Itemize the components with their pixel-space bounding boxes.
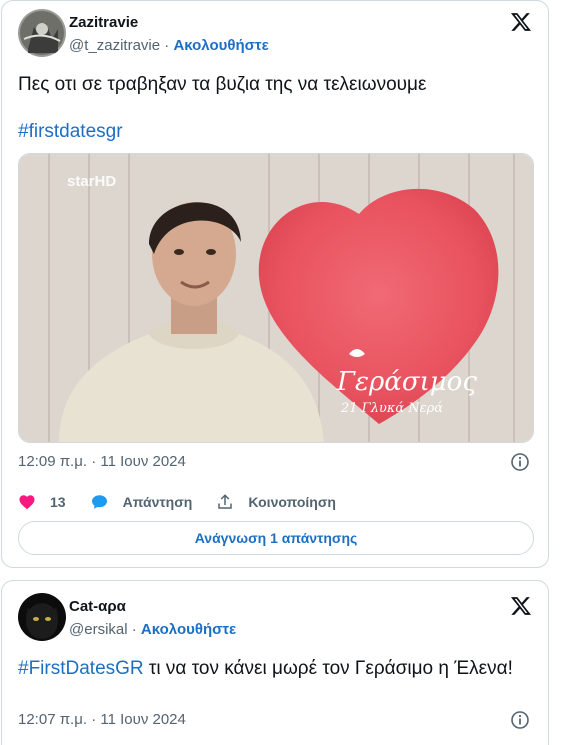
heart-icon xyxy=(19,495,35,510)
share-button[interactable]: Κοινοποίηση xyxy=(216,493,336,511)
timestamp[interactable]: 12:09 π.μ. · 11 Ιουν 2024 xyxy=(18,453,186,470)
action-bar: 13 Απάντηση Κοινοποίηση xyxy=(18,491,360,513)
info-icon[interactable] xyxy=(510,710,530,730)
tweet-text: #FirstDatesGR τι να τον κάνει μωρέ τον Γ… xyxy=(18,655,534,682)
share-icon xyxy=(218,494,233,509)
x-logo-icon[interactable] xyxy=(510,595,532,617)
caption-name: Γεράσιμος xyxy=(336,367,477,397)
tweet-media-image[interactable]: starHD Γεράσιμος 21 Γλυκά Νερά xyxy=(18,153,534,443)
share-label: Κοινοποίηση xyxy=(248,494,336,510)
read-replies-button[interactable]: Ανάγνωση 1 απάντησης xyxy=(18,521,534,555)
tweet-body: τι να τον κάνει μωρέ τον Γεράσιμο η Έλεν… xyxy=(143,658,513,679)
x-logo-icon[interactable] xyxy=(510,11,532,33)
follow-button[interactable]: Ακολουθήστε xyxy=(141,621,236,638)
separator: · xyxy=(160,37,174,54)
channel-logo: starHD xyxy=(67,173,116,190)
user-display-name[interactable]: Cat-αρα xyxy=(69,598,126,615)
avatar[interactable] xyxy=(18,9,66,57)
like-count: 13 xyxy=(50,494,66,510)
timestamp[interactable]: 12:07 π.μ. · 11 Ιουν 2024 xyxy=(18,711,186,728)
user-display-name[interactable]: Zazitravie xyxy=(69,14,138,31)
user-handle[interactable]: @t_zazitravie xyxy=(69,37,160,54)
tweet-card[interactable]: Cat-αρα @ersikal · Ακολουθήστε #FirstDat… xyxy=(1,580,549,745)
reply-bubble-icon xyxy=(91,495,107,509)
like-button[interactable]: 13 xyxy=(18,493,66,511)
hashtag-link[interactable]: #FirstDatesGR xyxy=(18,658,144,679)
tweet-card[interactable]: Zazitravie @t_zazitravie · Ακολουθήστε Π… xyxy=(1,0,549,568)
tweet-text: Πες οτι σε τραβηξαν τα βυζια της να τελε… xyxy=(18,74,427,95)
avatar[interactable] xyxy=(18,593,66,641)
separator: · xyxy=(127,621,141,638)
hashtag-link[interactable]: #firstdatesgr xyxy=(18,118,534,145)
user-handle[interactable]: @ersikal xyxy=(69,621,128,638)
info-icon[interactable] xyxy=(510,452,530,472)
user-handle-row: @t_zazitravie · Ακολουθήστε xyxy=(69,37,269,54)
caption-sub: 21 Γλυκά Νερά xyxy=(340,401,443,416)
reply-label: Απάντηση xyxy=(122,494,193,510)
user-handle-row: @ersikal · Ακολουθήστε xyxy=(69,621,236,638)
reply-button[interactable]: Απάντηση xyxy=(90,493,193,511)
follow-button[interactable]: Ακολουθήστε xyxy=(173,37,268,54)
